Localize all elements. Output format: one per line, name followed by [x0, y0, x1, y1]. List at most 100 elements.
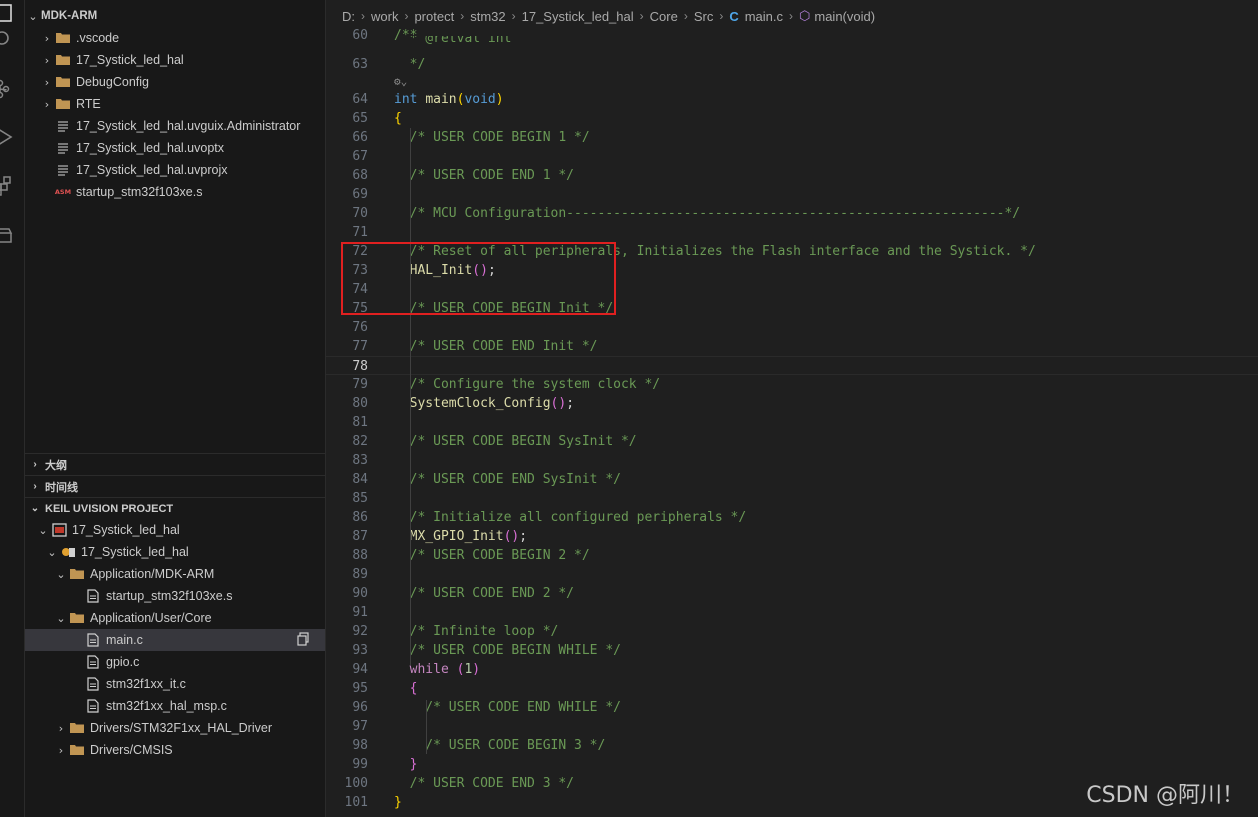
explorer-item[interactable]: › .vscode: [25, 27, 325, 49]
source-control-icon[interactable]: [0, 78, 14, 100]
code-text: /* USER CODE END SysInit */: [394, 470, 621, 489]
keil-section[interactable]: ⌄ KEIL UVISION PROJECT: [25, 497, 325, 519]
explorer-item-label: 17_Systick_led_hal.uvoptx: [76, 141, 225, 155]
breadcrumb-item[interactable]: Src: [694, 9, 714, 24]
run-debug-icon[interactable]: [0, 126, 14, 148]
breadcrumb-item[interactable]: 17_Systick_led_hal: [522, 9, 634, 24]
keil-file[interactable]: stm32f1xx_hal_msp.c: [25, 695, 325, 717]
keil-icon[interactable]: [0, 224, 14, 246]
explorer-item[interactable]: › DebugConfig: [25, 71, 325, 93]
keil-file[interactable]: startup_stm32f103xe.s: [25, 585, 325, 607]
keil-group[interactable]: › Drivers/CMSIS: [25, 739, 325, 761]
breadcrumb-item[interactable]: protect: [414, 9, 454, 24]
code-token: /* USER CODE BEGIN 1 */: [394, 130, 590, 145]
asm-file-icon: ASM: [54, 188, 72, 196]
explorer-item[interactable]: ASM startup_stm32f103xe.s: [25, 181, 325, 203]
code-token: {: [409, 681, 418, 696]
keil-project[interactable]: ⌄ 17_Systick_led_hal: [25, 519, 325, 541]
code-text: }: [394, 755, 418, 774]
breadcrumb-item[interactable]: work: [371, 9, 398, 24]
copy-icon[interactable]: [297, 632, 309, 649]
file-icon: [55, 140, 71, 156]
code-text: /* USER CODE BEGIN 2 */: [394, 546, 590, 565]
explorer-item-label: RTE: [76, 97, 101, 111]
codelens-icon[interactable]: ⚙⌄: [394, 72, 407, 91]
indent-guide: [426, 700, 427, 754]
explorer-item[interactable]: 17_Systick_led_hal.uvprojx: [25, 159, 325, 181]
code-line: 68 /* USER CODE END 1 */: [326, 166, 1258, 185]
explorer-root-label: MDK-ARM: [41, 10, 98, 22]
folder-icon: [55, 52, 71, 68]
editor: D: › work › protect › stm32 › 17_Systick_led_hal…: [326, 0, 1258, 817]
keil-file-label: stm32f1xx_it.c: [106, 677, 186, 691]
cfile-icon: [85, 654, 101, 670]
explorer-item[interactable]: 17_Systick_led_hal.uvoptx: [25, 137, 325, 159]
keil-target[interactable]: ⌄ 17_Systick_led_hal: [25, 541, 325, 563]
folder-icon: [55, 30, 71, 46]
code-line: 71: [326, 223, 1258, 242]
timeline-label: 时间线: [45, 481, 78, 494]
line-number: 95: [352, 681, 368, 696]
chevron-right-icon: ›: [58, 743, 64, 757]
keil-target-label: 17_Systick_led_hal: [81, 545, 189, 559]
line-number: 94: [352, 662, 368, 677]
explorer-root[interactable]: ⌄ MDK-ARM: [25, 5, 325, 27]
line-number: 67: [352, 149, 368, 164]
breadcrumb-item[interactable]: Core: [650, 9, 678, 24]
keil-file[interactable]: stm32f1xx_it.c: [25, 673, 325, 695]
code-token: (): [503, 529, 520, 544]
codelens-line[interactable]: ⚙⌄: [326, 72, 1258, 91]
keil-group[interactable]: ⌄ Application/MDK-ARM: [25, 563, 325, 585]
line-number: 93: [352, 643, 368, 658]
chevron-right-icon: ›: [44, 75, 50, 89]
indent-guide: [410, 128, 411, 665]
code-text: /* USER CODE BEGIN WHILE */: [394, 641, 621, 660]
chevron-down-icon: ⌄: [47, 545, 57, 559]
code-token: }: [409, 757, 418, 772]
code-line: 85: [326, 489, 1258, 508]
chevron-right-icon: ›: [511, 9, 516, 23]
breadcrumb-item[interactable]: D:: [342, 9, 355, 24]
code-line: 95 {: [326, 679, 1258, 698]
breadcrumb-symbol[interactable]: main(void): [814, 9, 875, 24]
line-number: 84: [352, 472, 368, 487]
line-number: 66: [352, 130, 368, 145]
line-number: 87: [352, 529, 368, 544]
extensions-icon[interactable]: [0, 175, 14, 197]
explorer-item[interactable]: › RTE: [25, 93, 325, 115]
code-line: 82 /* USER CODE BEGIN SysInit */: [326, 432, 1258, 451]
keil-file[interactable]: main.c: [25, 629, 325, 651]
keil-group[interactable]: › Drivers/STM32F1xx_HAL_Driver: [25, 717, 325, 739]
line-number: 98: [352, 738, 368, 753]
explorer-item[interactable]: 17_Systick_led_hal.uvguix.Administrator: [25, 115, 325, 137]
line-number: 85: [352, 491, 368, 506]
explorer-icon[interactable]: [0, 2, 14, 24]
project-icon: [51, 522, 67, 538]
code-line: 83: [326, 451, 1258, 470]
timeline-section[interactable]: › 时间线: [25, 475, 325, 497]
line-number: 100: [344, 776, 368, 791]
line-number: 88: [352, 548, 368, 563]
code-token: /* USER CODE END Init */: [394, 339, 598, 354]
code-text: SystemClock_Config();: [394, 394, 574, 413]
breadcrumb-file[interactable]: main.c: [745, 9, 783, 24]
keil-group[interactable]: ⌄ Application/User/Core: [25, 607, 325, 629]
line-number: 91: [352, 605, 368, 620]
breadcrumb-item[interactable]: stm32: [470, 9, 505, 24]
chevron-right-icon: ›: [44, 31, 50, 45]
code-line: 88 /* USER CODE BEGIN 2 */: [326, 546, 1258, 565]
line-number: 89: [352, 567, 368, 582]
folder-icon: [69, 566, 85, 582]
code-token: ): [495, 92, 504, 107]
search-icon[interactable]: [0, 28, 14, 50]
code-token: /* Infinite loop */: [394, 624, 559, 639]
keil-file[interactable]: gpio.c: [25, 651, 325, 673]
explorer-item[interactable]: › 17_Systick_led_hal: [25, 49, 325, 71]
code-token: /* USER CODE END SysInit */: [394, 472, 621, 487]
code-text: {: [394, 679, 418, 698]
outline-section[interactable]: › 大纲: [25, 453, 325, 475]
